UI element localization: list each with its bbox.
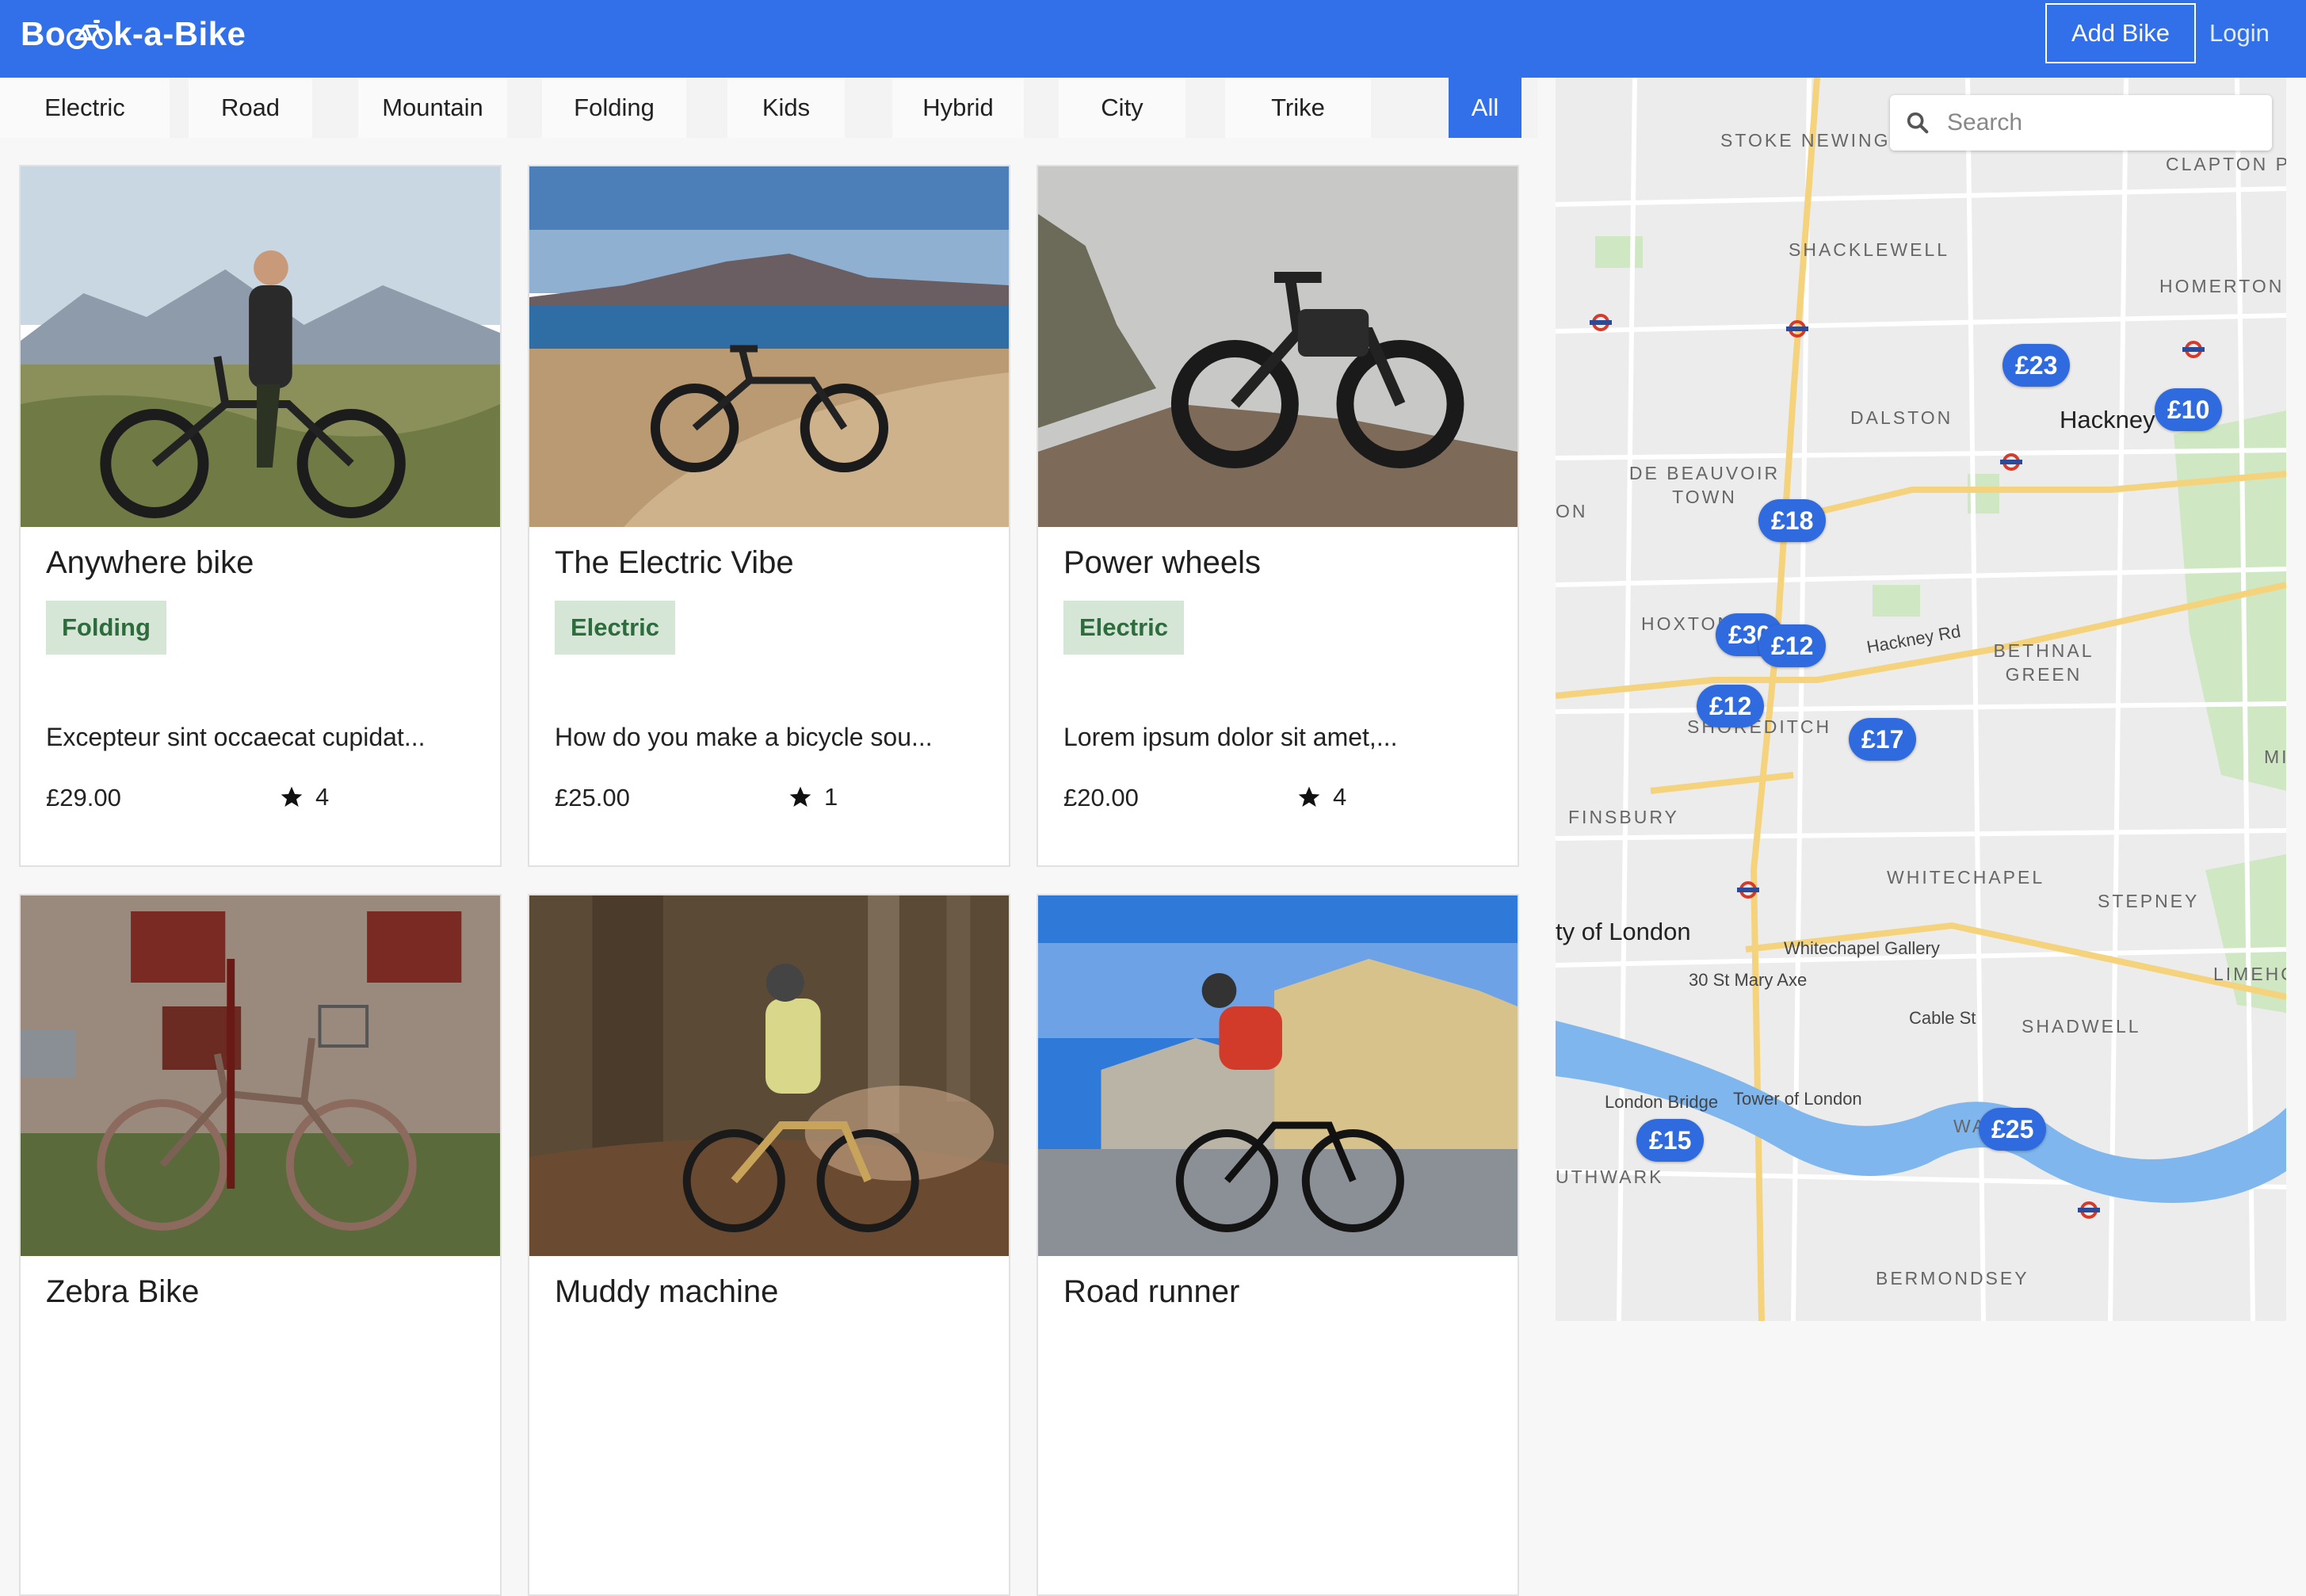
listing-title: Power wheels bbox=[1063, 545, 1262, 580]
bike-logo-icon bbox=[67, 20, 113, 49]
map-label: UTHWARK bbox=[1556, 1166, 1664, 1187]
bike-photo bbox=[529, 166, 1009, 527]
star-icon bbox=[1298, 786, 1320, 807]
listing-description: Lorem ipsum dolor sit amet,... bbox=[1063, 723, 1398, 751]
map-label: Tower of London bbox=[1733, 1089, 1862, 1109]
listing-card[interactable]: Anywhere bike Folding Excepteur sint occ… bbox=[19, 165, 502, 867]
map-price-pin[interactable]: £10 bbox=[2155, 388, 2223, 431]
map-label: HOMERTON bbox=[2159, 276, 2285, 296]
map-panel[interactable]: STOKE NEWINGTON CLAPTON PARK SHACKLEWELL… bbox=[1556, 78, 2286, 1321]
tab-kids[interactable]: Kids bbox=[727, 78, 845, 138]
listing-card[interactable]: Zebra Bike bbox=[19, 894, 502, 1596]
map-label: Cable St bbox=[1909, 1008, 1976, 1028]
listing-description: How do you make a bicycle sou... bbox=[555, 723, 933, 751]
map-label: DALSTON bbox=[1850, 407, 1953, 428]
map-price-pin[interactable]: £25 bbox=[1979, 1108, 2047, 1151]
listing-description: Excepteur sint occaecat cupidat... bbox=[46, 723, 426, 751]
listing-rating: 4 bbox=[1296, 783, 1346, 811]
map-price-pin[interactable]: £23 bbox=[2002, 344, 2071, 387]
bike-photo bbox=[21, 895, 500, 1256]
map-label: WHITECHAPEL bbox=[1887, 867, 2045, 888]
rating-value: 4 bbox=[1333, 783, 1347, 811]
tab-folding[interactable]: Folding bbox=[542, 78, 686, 138]
tab-hybrid[interactable]: Hybrid bbox=[892, 78, 1024, 138]
listing-grid: Anywhere bike Folding Excepteur sint occ… bbox=[0, 138, 1537, 1596]
top-navbar: Bo k-a-Bike Add Bike Login bbox=[0, 0, 2306, 78]
map-label: ty of London bbox=[1556, 918, 1691, 945]
tab-mountain[interactable]: Mountain bbox=[358, 78, 507, 138]
star-icon bbox=[281, 786, 303, 807]
listing-title: Muddy machine bbox=[555, 1274, 779, 1309]
map-label: SHACKLEWELL bbox=[1789, 239, 1950, 260]
map-label: MILE bbox=[2264, 746, 2286, 767]
bike-photo bbox=[529, 895, 1009, 1256]
map-label: Whitechapel Gallery bbox=[1784, 938, 1940, 958]
category-badge: Electric bbox=[1063, 601, 1185, 655]
listing-title: The Electric Vibe bbox=[555, 545, 794, 580]
map-label: BERMONDSEY bbox=[1876, 1268, 2029, 1289]
bike-photo bbox=[1038, 895, 1518, 1256]
map-price-pin[interactable]: £12 bbox=[1758, 624, 1827, 667]
map-label: FINSBURY bbox=[1568, 807, 1679, 827]
listing-rating: 1 bbox=[788, 783, 838, 811]
listing-price: £20.00 bbox=[1063, 784, 1139, 811]
map-label: LIMEHO bbox=[2213, 964, 2286, 984]
map-label: CLAPTON PARK bbox=[2166, 154, 2286, 174]
category-badge: Folding bbox=[46, 601, 166, 655]
map-search-input[interactable] bbox=[1947, 109, 2248, 136]
map-label: BETHNAL GREEN bbox=[1993, 640, 2094, 685]
category-tabs: Electric Road Mountain Folding Kids Hybr… bbox=[0, 78, 1537, 138]
tab-electric[interactable]: Electric bbox=[0, 78, 170, 138]
map-price-pin[interactable]: £17 bbox=[1849, 718, 1917, 761]
listing-card[interactable]: Road runner bbox=[1037, 894, 1519, 1596]
map-price-pin[interactable]: £18 bbox=[1758, 499, 1827, 542]
star-icon bbox=[789, 786, 811, 807]
listing-card[interactable]: Power wheels Electric Lorem ipsum dolor … bbox=[1037, 165, 1519, 867]
bike-photo bbox=[21, 166, 500, 527]
tube-station-icon bbox=[1737, 881, 1759, 899]
map-label: ON bbox=[1556, 501, 1588, 521]
listing-title: Anywhere bike bbox=[46, 545, 254, 580]
listing-price: £29.00 bbox=[46, 784, 121, 811]
login-link[interactable]: Login bbox=[2209, 16, 2270, 51]
map-price-pin[interactable]: £15 bbox=[1636, 1119, 1705, 1162]
add-bike-button[interactable]: Add Bike bbox=[2045, 3, 2196, 63]
listing-title: Zebra Bike bbox=[46, 1274, 200, 1309]
tube-station-icon bbox=[2182, 341, 2205, 358]
tab-all[interactable]: All bbox=[1449, 78, 1521, 138]
bike-photo bbox=[1038, 166, 1518, 527]
map-label: SHADWELL bbox=[2022, 1016, 2141, 1037]
map-label: DE BEAUVOIR TOWN bbox=[1628, 463, 1781, 507]
map-label: STEPNEY bbox=[2098, 891, 2200, 911]
site-logo[interactable]: Bo k-a-Bike bbox=[21, 11, 246, 57]
listing-card[interactable]: Muddy machine bbox=[528, 894, 1010, 1596]
tab-city[interactable]: City bbox=[1059, 78, 1185, 138]
tab-trike[interactable]: Trike bbox=[1225, 78, 1371, 138]
map-label: London Bridge bbox=[1605, 1092, 1719, 1112]
tube-station-icon bbox=[2078, 1201, 2100, 1219]
rating-value: 1 bbox=[824, 783, 838, 811]
search-icon bbox=[1907, 112, 1929, 134]
listing-title: Road runner bbox=[1063, 1274, 1240, 1309]
rating-value: 4 bbox=[315, 783, 330, 811]
listing-card[interactable]: The Electric Vibe Electric How do you ma… bbox=[528, 165, 1010, 867]
tube-station-icon bbox=[1786, 320, 1808, 338]
listing-price: £25.00 bbox=[555, 784, 630, 811]
map-search-box bbox=[1890, 95, 2272, 151]
tube-station-icon bbox=[2000, 453, 2022, 471]
category-badge: Electric bbox=[555, 601, 676, 655]
tube-station-icon bbox=[1590, 314, 1612, 331]
map-label: Hackney bbox=[2060, 406, 2155, 433]
listing-rating: 4 bbox=[279, 783, 329, 811]
map-price-pin[interactable]: £12 bbox=[1697, 685, 1765, 727]
map-label: 30 St Mary Axe bbox=[1689, 970, 1808, 990]
tab-road[interactable]: Road bbox=[189, 78, 312, 138]
